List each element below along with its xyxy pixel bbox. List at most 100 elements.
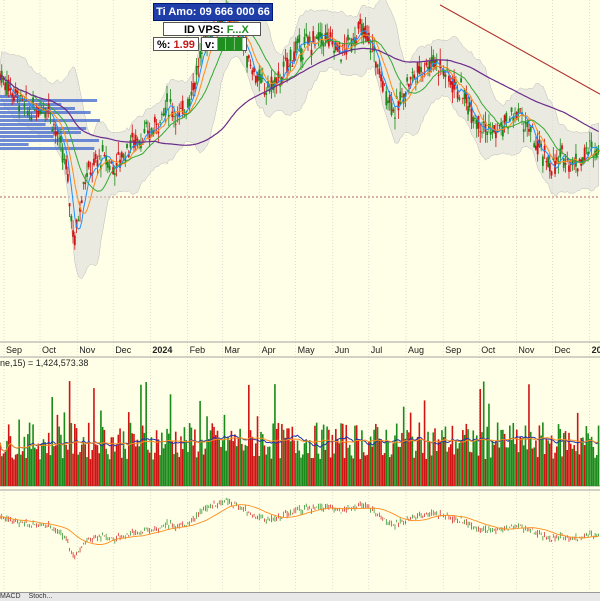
- volume-bar: [180, 436, 182, 486]
- volume-bar: [500, 430, 502, 486]
- x-axis: Sep Oct Nov Dec 2024 Feb Mar Apr May Jun Jul Aug Sep…: [6, 345, 600, 355]
- volume-bar: [75, 428, 78, 486]
- candle-body: [25, 93, 27, 95]
- volume-bar: [512, 422, 515, 486]
- volume-bar: [380, 439, 382, 486]
- candle-body: [448, 75, 450, 82]
- candle-body: [564, 163, 567, 165]
- volume-bar: [482, 381, 485, 486]
- volume-bar: [557, 424, 560, 486]
- candle-body: [444, 74, 447, 78]
- volume-bar: [157, 439, 160, 486]
- volume-bar: [96, 445, 99, 486]
- candle-body: [174, 123, 177, 125]
- candle-body: [340, 59, 342, 62]
- volume-bar: [510, 439, 513, 486]
- volume-bar: [533, 447, 535, 486]
- volume-bar: [185, 440, 187, 486]
- candle-body: [87, 161, 90, 168]
- candle-body: [414, 81, 417, 83]
- tab-macd[interactable]: MACD: [0, 593, 21, 600]
- candle-body: [437, 74, 440, 76]
- volume-bar: [453, 454, 455, 486]
- volume-bar: [552, 458, 555, 486]
- candle-body: [68, 203, 71, 207]
- volume-bar: [341, 423, 344, 486]
- candle-body: [77, 219, 80, 222]
- candle-body: [66, 174, 69, 182]
- candle-body: [4, 82, 7, 91]
- volume-bar: [479, 389, 482, 486]
- candle-body: [94, 153, 97, 160]
- volume-bar: [253, 456, 255, 486]
- volume-bar: [469, 451, 471, 486]
- volume-bar: [536, 457, 539, 486]
- x-tick-label: Feb: [190, 345, 206, 355]
- candle-body: [298, 34, 301, 43]
- volume-bar: [89, 459, 92, 486]
- volume-bar: [455, 441, 457, 486]
- volume-bar: [263, 445, 266, 486]
- volume-bar: [321, 429, 323, 486]
- volume-bar: [261, 434, 264, 486]
- volume-bar: [597, 425, 600, 486]
- volume-bar: [274, 384, 276, 486]
- volume-bar: [7, 424, 10, 486]
- volume-bar: [522, 445, 525, 486]
- volume-bar: [162, 448, 165, 486]
- candle-body: [376, 64, 379, 68]
- volume-bar: [107, 454, 109, 486]
- pct-cell: %: 1.99: [153, 37, 199, 51]
- volume-bar: [343, 457, 346, 486]
- volume-bar: [244, 444, 247, 486]
- tab-stoch[interactable]: Stoch...: [29, 593, 53, 600]
- volume-bar: [178, 457, 181, 486]
- volume-bar: [100, 410, 102, 486]
- volume-bar: [248, 384, 250, 486]
- volume-bar: [496, 422, 499, 486]
- volume-bar: [585, 426, 588, 486]
- volume-bar: [291, 426, 294, 486]
- volume-profile-bar: [0, 147, 95, 150]
- volume-bar: [324, 449, 327, 486]
- candle-body: [390, 102, 393, 115]
- candle-body: [533, 143, 536, 148]
- volume-bar: [326, 426, 328, 486]
- volume-bar: [542, 422, 544, 486]
- candle-body: [98, 155, 101, 157]
- volume-bar: [91, 450, 94, 486]
- candle-body: [254, 75, 257, 83]
- x-tick-label: Sep: [6, 345, 22, 355]
- volume-bar: [582, 437, 584, 486]
- candle-body: [550, 171, 553, 176]
- candle-body: [547, 156, 549, 167]
- candle-body: [369, 50, 372, 53]
- candle-body: [56, 131, 59, 135]
- volume-bar: [127, 412, 130, 486]
- candle-body: [392, 109, 395, 112]
- volume-bar: [237, 438, 240, 486]
- volume-bar: [84, 444, 87, 486]
- candle-body: [51, 129, 54, 132]
- candle-body: [470, 108, 473, 123]
- volume-bar: [60, 434, 62, 486]
- volume-bar: [362, 452, 365, 486]
- candle-body: [576, 168, 579, 172]
- candle-body: [199, 51, 201, 59]
- candle-body: [160, 113, 163, 115]
- candle-body: [80, 200, 83, 204]
- candle-body: [249, 64, 252, 66]
- pct-value: 1.99: [173, 39, 195, 51]
- candle-body: [505, 112, 508, 122]
- candle-body: [294, 41, 297, 53]
- volume-bar: [361, 430, 363, 486]
- candle-body: [301, 57, 304, 60]
- volume-bar: [195, 457, 198, 486]
- volume-bar: [49, 455, 52, 486]
- candle-body: [583, 147, 586, 160]
- volume-bar: [375, 423, 377, 486]
- volume-bar: [319, 458, 321, 486]
- oscillator-panel: [0, 497, 599, 560]
- volume-bar: [446, 451, 448, 486]
- volume-bar: [281, 423, 283, 486]
